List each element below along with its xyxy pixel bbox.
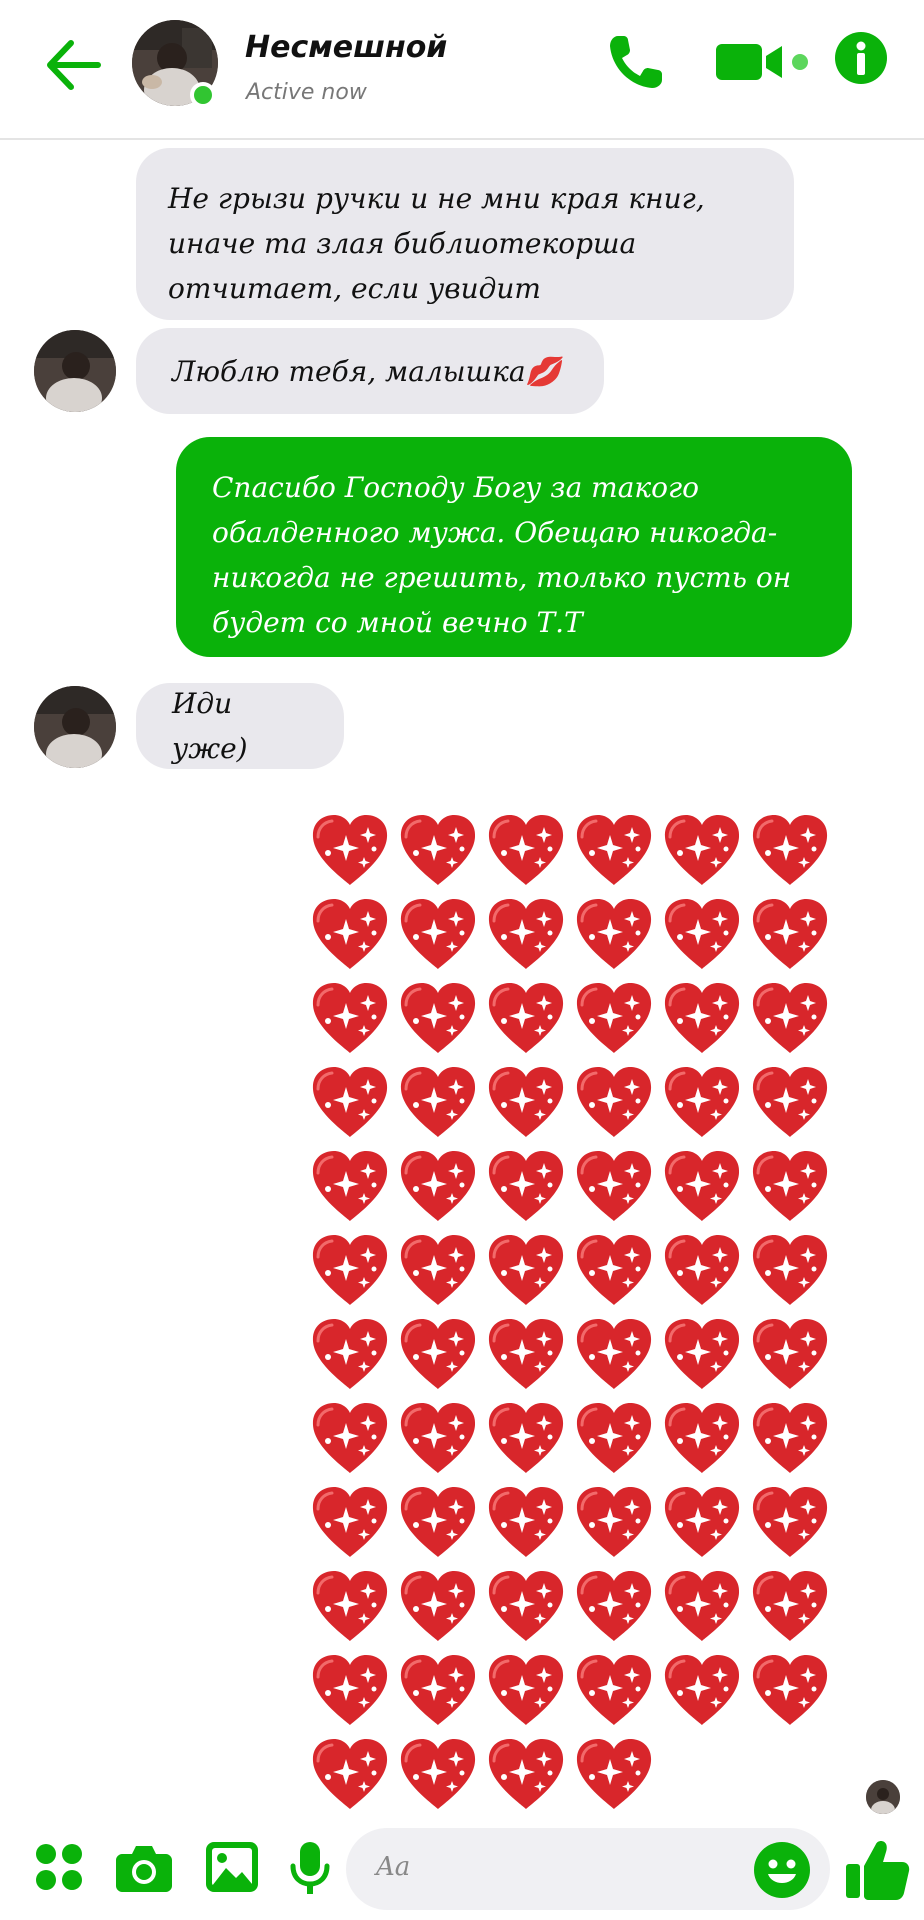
sparkling-heart-icon xyxy=(394,1480,482,1564)
sparkling-heart-icon xyxy=(658,1648,746,1732)
sparkling-heart-icon xyxy=(482,1648,570,1732)
sparkling-heart-icon xyxy=(746,1396,834,1480)
sparkling-heart-icon xyxy=(394,1144,482,1228)
sparkling-heart-icon xyxy=(306,1144,394,1228)
sparkling-heart-icon xyxy=(658,1396,746,1480)
message-text: Люблю тебя, малышка💋 xyxy=(172,354,561,388)
sparkling-heart-icon xyxy=(482,1480,570,1564)
sparkling-heart-icon xyxy=(746,1480,834,1564)
sparkling-heart-icon xyxy=(306,1648,394,1732)
sparkling-heart-icon xyxy=(306,1396,394,1480)
sparkling-heart-icon xyxy=(658,808,746,892)
sparkling-heart-icon xyxy=(570,976,658,1060)
sparkling-heart-icon xyxy=(570,1564,658,1648)
emoji-icon[interactable] xyxy=(754,1842,810,1898)
message-text: Спасибо Господу Богу за такого обалденно… xyxy=(212,471,792,639)
sparkling-heart-icon xyxy=(482,976,570,1060)
gallery-icon[interactable] xyxy=(206,1842,258,1892)
read-receipt-avatar xyxy=(866,1780,900,1814)
sparkling-heart-icon xyxy=(570,892,658,976)
sparkling-heart-icon xyxy=(394,1060,482,1144)
emoji-message[interactable] xyxy=(306,808,846,1816)
sparkling-heart-icon xyxy=(482,1228,570,1312)
info-icon[interactable] xyxy=(835,32,887,84)
sparkling-heart-icon xyxy=(394,1732,482,1816)
sparkling-heart-icon xyxy=(394,1564,482,1648)
message-bubble[interactable]: Иди уже) xyxy=(136,683,344,769)
sparkling-heart-icon xyxy=(746,1228,834,1312)
sparkling-heart-icon xyxy=(746,1648,834,1732)
thumbs-up-icon[interactable] xyxy=(846,1838,910,1900)
sparkling-heart-icon xyxy=(570,1732,658,1816)
camera-icon[interactable] xyxy=(116,1842,172,1892)
contact-status: Active now xyxy=(246,80,367,105)
message-bubble[interactable]: Люблю тебя, малышка💋 xyxy=(136,328,604,414)
sparkling-heart-icon xyxy=(658,1144,746,1228)
sparkling-heart-icon xyxy=(482,808,570,892)
sparkling-heart-icon xyxy=(658,1564,746,1648)
message-input[interactable]: Aa xyxy=(346,1828,830,1910)
sparkling-heart-icon xyxy=(658,1312,746,1396)
sparkling-heart-icon xyxy=(570,1060,658,1144)
sparkling-heart-icon xyxy=(482,1732,570,1816)
sparkling-heart-icon xyxy=(482,1144,570,1228)
message-text: Иди уже) xyxy=(172,687,248,765)
sparkling-heart-icon xyxy=(394,1312,482,1396)
sparkling-heart-icon xyxy=(746,892,834,976)
message-input-placeholder: Aa xyxy=(376,1852,411,1882)
sparkling-heart-icon xyxy=(482,1312,570,1396)
back-arrow-icon[interactable] xyxy=(44,38,102,92)
sparkling-heart-icon xyxy=(746,808,834,892)
sparkling-heart-icon xyxy=(746,1060,834,1144)
sparkling-heart-icon xyxy=(658,1060,746,1144)
sparkling-heart-icon xyxy=(482,1396,570,1480)
sparkling-heart-icon xyxy=(570,808,658,892)
sparkling-heart-icon xyxy=(658,892,746,976)
sparkling-heart-icon xyxy=(658,1480,746,1564)
sparkling-heart-icon xyxy=(746,1312,834,1396)
sparkling-heart-icon xyxy=(306,1312,394,1396)
sparkling-heart-icon xyxy=(746,1564,834,1648)
sparkling-heart-icon xyxy=(482,1564,570,1648)
contact-name[interactable]: Несмешной xyxy=(245,30,447,65)
sparkling-heart-icon xyxy=(482,892,570,976)
sparkling-heart-icon xyxy=(306,892,394,976)
microphone-icon[interactable] xyxy=(290,1842,330,1896)
sparkling-heart-icon xyxy=(394,976,482,1060)
sparkling-heart-icon xyxy=(306,1228,394,1312)
sparkling-heart-icon xyxy=(570,1648,658,1732)
sparkling-heart-icon xyxy=(570,1228,658,1312)
sender-avatar[interactable] xyxy=(34,686,116,768)
sparkling-heart-icon xyxy=(570,1144,658,1228)
sparkling-heart-icon xyxy=(570,1312,658,1396)
sparkling-heart-icon xyxy=(394,892,482,976)
video-camera-icon[interactable] xyxy=(716,30,812,94)
sparkling-heart-icon xyxy=(306,808,394,892)
sparkling-heart-icon xyxy=(658,976,746,1060)
message-bubble[interactable]: Спасибо Господу Богу за такого обалденно… xyxy=(176,437,852,657)
sparkling-heart-icon xyxy=(482,1060,570,1144)
composer-bar: Aa xyxy=(0,1820,924,1920)
sparkling-heart-icon xyxy=(306,1060,394,1144)
sparkling-heart-icon xyxy=(394,1648,482,1732)
chat-header: Несмешной Active now xyxy=(0,0,924,140)
sparkling-heart-icon xyxy=(306,1564,394,1648)
sparkling-heart-icon xyxy=(570,1396,658,1480)
message-bubble[interactable]: Не грызи ручки и не мни края книг, иначе… xyxy=(136,148,794,320)
sparkling-heart-icon xyxy=(306,1732,394,1816)
sender-avatar[interactable] xyxy=(34,330,116,412)
phone-icon[interactable] xyxy=(604,30,668,94)
sparkling-heart-icon xyxy=(570,1480,658,1564)
sparkling-heart-icon xyxy=(746,1144,834,1228)
online-indicator xyxy=(190,82,216,108)
sparkling-heart-icon xyxy=(658,1228,746,1312)
apps-icon[interactable] xyxy=(34,1842,84,1892)
sparkling-heart-icon xyxy=(746,976,834,1060)
message-text: Не грызи ручки и не мни края книг, иначе… xyxy=(168,182,705,305)
sparkling-heart-icon xyxy=(306,976,394,1060)
sparkling-heart-icon xyxy=(394,1396,482,1480)
sparkling-heart-icon xyxy=(394,1228,482,1312)
sparkling-heart-icon xyxy=(394,808,482,892)
sparkling-heart-icon xyxy=(306,1480,394,1564)
